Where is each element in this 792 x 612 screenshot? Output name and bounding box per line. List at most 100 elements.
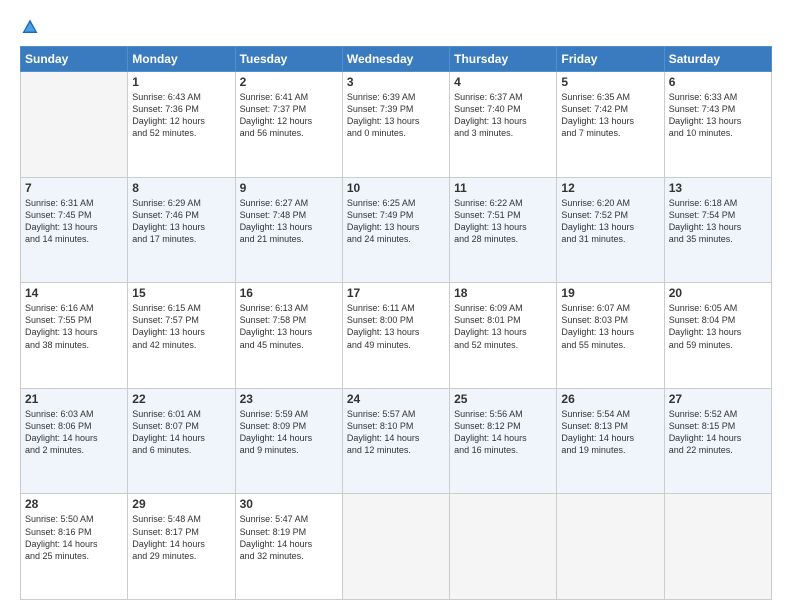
day-info: Sunrise: 5:56 AM Sunset: 8:12 PM Dayligh… <box>454 408 552 457</box>
day-info: Sunrise: 6:27 AM Sunset: 7:48 PM Dayligh… <box>240 197 338 246</box>
calendar-cell: 28Sunrise: 5:50 AM Sunset: 8:16 PM Dayli… <box>21 494 128 600</box>
day-info: Sunrise: 6:33 AM Sunset: 7:43 PM Dayligh… <box>669 91 767 140</box>
calendar-cell: 25 Sunrise: 5:56 AM Sunset: 8:12 PM Dayli… <box>450 388 557 494</box>
calendar-cell: 17 Sunrise: 6:11 AM Sunset: 8:00 PM Dayli… <box>342 283 449 389</box>
day-number: 21 <box>25 392 123 406</box>
day-info: Sunrise: 6:37 AM Sunset: 7:40 PM Dayligh… <box>454 91 552 140</box>
day-number: 4 <box>454 75 552 89</box>
day-of-week-header: Monday <box>128 47 235 72</box>
calendar-cell: 6 Sunrise: 6:33 AM Sunset: 7:43 PM Daylig… <box>664 72 771 178</box>
day-number: 14 <box>25 286 123 300</box>
calendar-cell: 27Sunrise: 5:52 AM Sunset: 8:15 PM Dayli… <box>664 388 771 494</box>
calendar-header-row: SundayMondayTuesdayWednesdayThursdayFrid… <box>21 47 772 72</box>
day-number: 23 <box>240 392 338 406</box>
day-of-week-header: Wednesday <box>342 47 449 72</box>
day-info: Sunrise: 5:54 AM Sunset: 8:13 PM Dayligh… <box>561 408 659 457</box>
calendar-cell: 26 Sunrise: 5:54 AM Sunset: 8:13 PM Dayli… <box>557 388 664 494</box>
calendar-cell: 11 Sunrise: 6:22 AM Sunset: 7:51 PM Dayli… <box>450 177 557 283</box>
day-info: Sunrise: 6:03 AM Sunset: 8:06 PM Dayligh… <box>25 408 123 457</box>
logo <box>20 18 40 36</box>
day-info: Sunrise: 6:20 AM Sunset: 7:52 PM Dayligh… <box>561 197 659 246</box>
day-number: 15 <box>132 286 230 300</box>
day-info: Sunrise: 6:31 AM Sunset: 7:45 PM Dayligh… <box>25 197 123 246</box>
day-number: 10 <box>347 181 445 195</box>
day-number: 2 <box>240 75 338 89</box>
day-info: Sunrise: 6:29 AM Sunset: 7:46 PM Dayligh… <box>132 197 230 246</box>
day-info: Sunrise: 6:25 AM Sunset: 7:49 PM Dayligh… <box>347 197 445 246</box>
calendar-cell <box>557 494 664 600</box>
logo-text <box>20 18 40 36</box>
day-info: Sunrise: 6:15 AM Sunset: 7:57 PM Dayligh… <box>132 302 230 351</box>
calendar-cell: 23 Sunrise: 5:59 AM Sunset: 8:09 PM Dayli… <box>235 388 342 494</box>
day-info: Sunrise: 5:59 AM Sunset: 8:09 PM Dayligh… <box>240 408 338 457</box>
day-number: 19 <box>561 286 659 300</box>
day-of-week-header: Tuesday <box>235 47 342 72</box>
day-number: 26 <box>561 392 659 406</box>
header <box>20 18 772 36</box>
calendar-cell: 21 Sunrise: 6:03 AM Sunset: 8:06 PM Dayli… <box>21 388 128 494</box>
calendar-cell: 16 Sunrise: 6:13 AM Sunset: 7:58 PM Dayli… <box>235 283 342 389</box>
day-info: Sunrise: 6:07 AM Sunset: 8:03 PM Dayligh… <box>561 302 659 351</box>
day-number: 9 <box>240 181 338 195</box>
day-info: Sunrise: 5:48 AM Sunset: 8:17 PM Dayligh… <box>132 513 230 562</box>
day-number: 17 <box>347 286 445 300</box>
day-of-week-header: Saturday <box>664 47 771 72</box>
day-number: 24 <box>347 392 445 406</box>
calendar-cell: 12 Sunrise: 6:20 AM Sunset: 7:52 PM Dayli… <box>557 177 664 283</box>
day-number: 20 <box>669 286 767 300</box>
day-number: 22 <box>132 392 230 406</box>
calendar-cell: 8Sunrise: 6:29 AM Sunset: 7:46 PM Daylig… <box>128 177 235 283</box>
calendar-cell <box>342 494 449 600</box>
day-number: 7 <box>25 181 123 195</box>
calendar-cell: 19 Sunrise: 6:07 AM Sunset: 8:03 PM Dayli… <box>557 283 664 389</box>
day-number: 27 <box>669 392 767 406</box>
calendar-cell: 22Sunrise: 6:01 AM Sunset: 8:07 PM Dayli… <box>128 388 235 494</box>
calendar-cell <box>664 494 771 600</box>
calendar: SundayMondayTuesdayWednesdayThursdayFrid… <box>20 46 772 600</box>
calendar-cell: 15 Sunrise: 6:15 AM Sunset: 7:57 PM Dayli… <box>128 283 235 389</box>
day-number: 12 <box>561 181 659 195</box>
logo-icon <box>21 18 39 36</box>
day-number: 5 <box>561 75 659 89</box>
day-number: 3 <box>347 75 445 89</box>
calendar-week-row: 14 Sunrise: 6:16 AM Sunset: 7:55 PM Dayli… <box>21 283 772 389</box>
page: SundayMondayTuesdayWednesdayThursdayFrid… <box>0 0 792 612</box>
day-number: 25 <box>454 392 552 406</box>
day-number: 16 <box>240 286 338 300</box>
day-info: Sunrise: 6:41 AM Sunset: 7:37 PM Dayligh… <box>240 91 338 140</box>
calendar-cell: 29Sunrise: 5:48 AM Sunset: 8:17 PM Dayli… <box>128 494 235 600</box>
day-info: Sunrise: 6:16 AM Sunset: 7:55 PM Dayligh… <box>25 302 123 351</box>
calendar-cell: 30Sunrise: 5:47 AM Sunset: 8:19 PM Dayli… <box>235 494 342 600</box>
day-info: Sunrise: 6:09 AM Sunset: 8:01 PM Dayligh… <box>454 302 552 351</box>
calendar-cell: 13 Sunrise: 6:18 AM Sunset: 7:54 PM Dayli… <box>664 177 771 283</box>
day-info: Sunrise: 6:13 AM Sunset: 7:58 PM Dayligh… <box>240 302 338 351</box>
day-number: 30 <box>240 497 338 511</box>
calendar-cell: 18 Sunrise: 6:09 AM Sunset: 8:01 PM Dayli… <box>450 283 557 389</box>
calendar-cell: 20 Sunrise: 6:05 AM Sunset: 8:04 PM Dayli… <box>664 283 771 389</box>
day-info: Sunrise: 6:35 AM Sunset: 7:42 PM Dayligh… <box>561 91 659 140</box>
calendar-week-row: 28Sunrise: 5:50 AM Sunset: 8:16 PM Dayli… <box>21 494 772 600</box>
day-info: Sunrise: 6:22 AM Sunset: 7:51 PM Dayligh… <box>454 197 552 246</box>
calendar-cell: 9 Sunrise: 6:27 AM Sunset: 7:48 PM Daylig… <box>235 177 342 283</box>
day-of-week-header: Sunday <box>21 47 128 72</box>
day-info: Sunrise: 6:05 AM Sunset: 8:04 PM Dayligh… <box>669 302 767 351</box>
day-number: 6 <box>669 75 767 89</box>
day-number: 1 <box>132 75 230 89</box>
day-info: Sunrise: 6:11 AM Sunset: 8:00 PM Dayligh… <box>347 302 445 351</box>
day-number: 18 <box>454 286 552 300</box>
day-of-week-header: Friday <box>557 47 664 72</box>
calendar-cell: 3 Sunrise: 6:39 AM Sunset: 7:39 PM Daylig… <box>342 72 449 178</box>
calendar-cell <box>450 494 557 600</box>
calendar-week-row: 1 Sunrise: 6:43 AM Sunset: 7:36 PM Daylig… <box>21 72 772 178</box>
day-number: 13 <box>669 181 767 195</box>
calendar-week-row: 7 Sunrise: 6:31 AM Sunset: 7:45 PM Daylig… <box>21 177 772 283</box>
calendar-cell: 5 Sunrise: 6:35 AM Sunset: 7:42 PM Daylig… <box>557 72 664 178</box>
day-info: Sunrise: 6:43 AM Sunset: 7:36 PM Dayligh… <box>132 91 230 140</box>
day-info: Sunrise: 6:39 AM Sunset: 7:39 PM Dayligh… <box>347 91 445 140</box>
calendar-cell: 2 Sunrise: 6:41 AM Sunset: 7:37 PM Daylig… <box>235 72 342 178</box>
calendar-cell: 24Sunrise: 5:57 AM Sunset: 8:10 PM Dayli… <box>342 388 449 494</box>
day-info: Sunrise: 6:18 AM Sunset: 7:54 PM Dayligh… <box>669 197 767 246</box>
calendar-cell <box>21 72 128 178</box>
calendar-cell: 1 Sunrise: 6:43 AM Sunset: 7:36 PM Daylig… <box>128 72 235 178</box>
day-number: 11 <box>454 181 552 195</box>
